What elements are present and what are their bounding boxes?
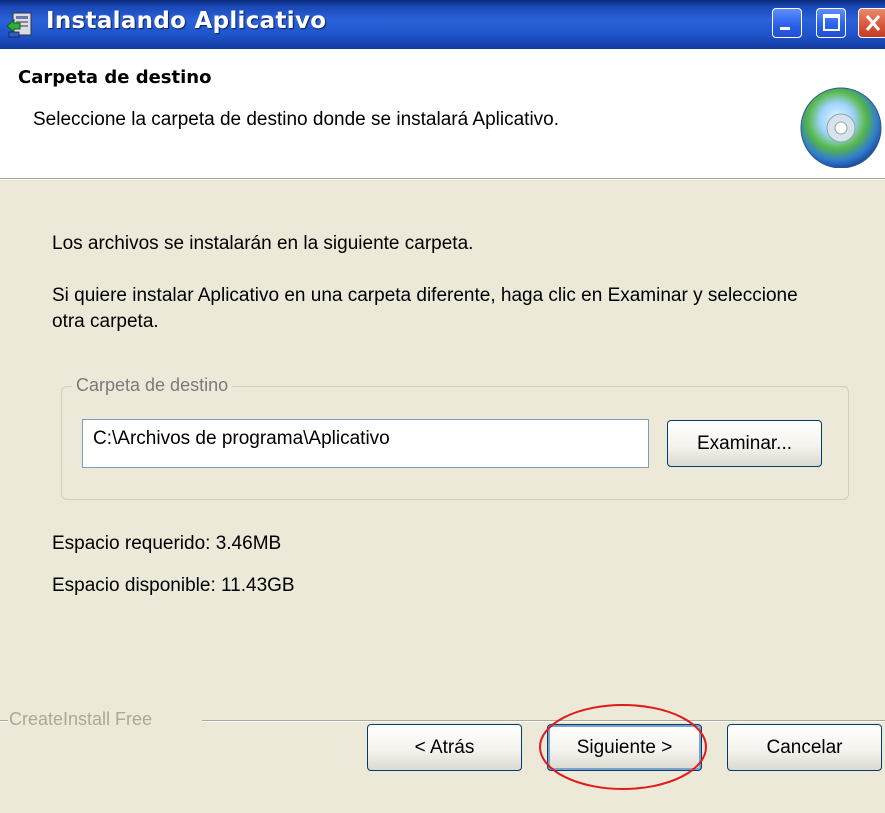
instructions-text: Si quiere instalar Aplicativo en una car… bbox=[52, 285, 798, 332]
footer-separator-left bbox=[0, 720, 8, 722]
cancel-button[interactable]: Cancelar bbox=[727, 724, 882, 771]
space-required: Espacio requerido: 3.46MB bbox=[52, 533, 282, 554]
cancel-button-label: Cancelar bbox=[766, 736, 843, 758]
cd-disc-icon bbox=[800, 87, 882, 168]
installer-app-icon bbox=[6, 12, 32, 38]
back-button[interactable]: < Atrás bbox=[367, 724, 522, 771]
page-subtitle: Seleccione la carpeta de destino donde s… bbox=[33, 109, 560, 130]
destination-path-input[interactable]: C:\Archivos de programa\Aplicativo bbox=[82, 419, 649, 468]
title-bar[interactable]: Instalando Aplicativo bbox=[0, 0, 885, 49]
space-available: Espacio disponible: 11.43GB bbox=[52, 575, 295, 596]
minimize-button[interactable] bbox=[772, 8, 802, 38]
brand-label: CreateInstall Free bbox=[9, 709, 153, 729]
browse-button-label: Examinar... bbox=[696, 432, 793, 454]
browse-button[interactable]: Examinar... bbox=[667, 420, 822, 467]
close-button[interactable] bbox=[858, 8, 885, 38]
destination-group-label: Carpeta de destino bbox=[72, 375, 233, 396]
maximize-button[interactable] bbox=[816, 8, 846, 38]
page-title: Carpeta de destino bbox=[18, 67, 212, 88]
window-title: Instalando Aplicativo bbox=[46, 8, 327, 34]
back-button-label: < Atrás bbox=[414, 736, 475, 758]
intro-text: Los archivos se instalarán en la siguien… bbox=[52, 233, 474, 254]
close-icon bbox=[865, 15, 881, 31]
minimize-icon bbox=[780, 27, 790, 30]
highlight-circle-annotation bbox=[539, 704, 707, 790]
maximize-icon bbox=[823, 14, 840, 31]
